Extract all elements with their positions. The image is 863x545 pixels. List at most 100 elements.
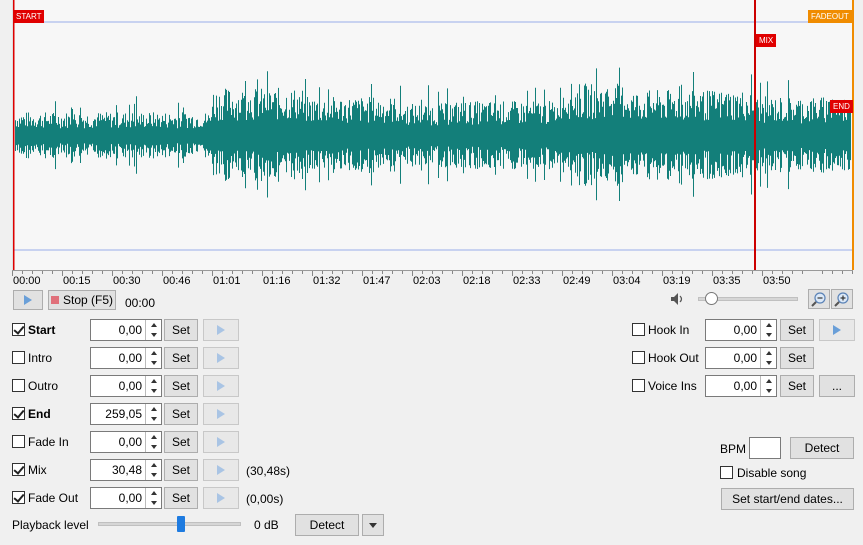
spin-down-icon[interactable] xyxy=(761,358,776,368)
voice-ins-set-button[interactable]: Set xyxy=(780,375,814,397)
ruler-minor-tick xyxy=(152,271,153,274)
fadeout-marker-tag[interactable]: FADEOUT xyxy=(808,10,852,23)
disable-song-checkbox[interactable] xyxy=(720,466,733,479)
ruler-minor-tick xyxy=(502,271,503,274)
outro-checkbox[interactable] xyxy=(12,379,25,392)
intro-value-spinner[interactable]: 0,00 xyxy=(90,347,162,369)
spin-up-icon[interactable] xyxy=(146,488,161,498)
mix-value-spinner[interactable]: 30,48 xyxy=(90,459,162,481)
ruler-tick-label: 02:49 xyxy=(563,275,591,287)
hook-in-value-spinner[interactable]: 0,00 xyxy=(705,319,777,341)
spin-up-icon[interactable] xyxy=(146,404,161,414)
end-play-button[interactable] xyxy=(203,403,239,425)
spin-down-icon[interactable] xyxy=(146,386,161,396)
end-checkbox[interactable] xyxy=(12,407,25,420)
spin-down-icon[interactable] xyxy=(146,442,161,452)
ruler-minor-tick xyxy=(192,271,193,274)
mix-play-button[interactable] xyxy=(203,459,239,481)
ruler-minor-tick xyxy=(442,271,443,274)
hook-out-set-button[interactable]: Set xyxy=(780,347,814,369)
ruler-minor-tick xyxy=(422,271,423,274)
hook-in-set-button[interactable]: Set xyxy=(780,319,814,341)
spin-down-icon[interactable] xyxy=(146,414,161,424)
zoom-in-button[interactable] xyxy=(831,289,853,309)
end-value-spinner[interactable]: 259,05 xyxy=(90,403,162,425)
playback-level-thumb[interactable] xyxy=(176,516,185,532)
hook-out-checkbox[interactable] xyxy=(632,351,645,364)
spin-down-icon[interactable] xyxy=(146,358,161,368)
ruler-minor-tick xyxy=(352,271,353,274)
hook-out-value-spinner[interactable]: 0,00 xyxy=(705,347,777,369)
spin-up-icon[interactable] xyxy=(146,460,161,470)
spin-up-icon[interactable] xyxy=(761,348,776,358)
ruler-tick-label: 01:01 xyxy=(213,275,241,287)
ruler-minor-tick xyxy=(272,271,273,274)
outro-play-button[interactable] xyxy=(203,375,239,397)
playback-level-track[interactable] xyxy=(98,522,241,526)
outro-value-spinner[interactable]: 0,00 xyxy=(90,375,162,397)
spin-down-icon[interactable] xyxy=(146,498,161,508)
ruler-minor-tick xyxy=(722,271,723,274)
fade-out-set-button[interactable]: Set xyxy=(164,487,198,509)
ruler-minor-tick xyxy=(852,271,853,274)
hook-in-play-button[interactable] xyxy=(819,319,855,341)
spin-up-icon[interactable] xyxy=(761,376,776,386)
fade-in-value-spinner[interactable]: 0,00 xyxy=(90,431,162,453)
play-icon xyxy=(217,381,225,391)
fade-in-value: 0,00 xyxy=(118,435,142,449)
mix-value: 30,48 xyxy=(111,463,142,477)
fade-in-checkbox[interactable] xyxy=(12,435,25,448)
stop-button[interactable]: Stop (F5) xyxy=(48,290,116,310)
fade-in-play-button[interactable] xyxy=(203,431,239,453)
intro-checkbox[interactable] xyxy=(12,351,25,364)
spin-down-icon[interactable] xyxy=(761,386,776,396)
end-marker-tag[interactable]: END xyxy=(830,100,853,113)
mix-set-button[interactable]: Set xyxy=(164,459,198,481)
spin-up-icon[interactable] xyxy=(761,320,776,330)
spin-down-icon[interactable] xyxy=(761,330,776,340)
ruler-minor-tick xyxy=(172,271,173,274)
ruler-minor-tick xyxy=(702,271,703,274)
start-checkbox[interactable] xyxy=(12,323,25,336)
spin-down-icon[interactable] xyxy=(146,470,161,480)
start-set-button[interactable]: Set xyxy=(164,319,198,341)
intro-play-button[interactable] xyxy=(203,347,239,369)
waveform-canvas[interactable] xyxy=(13,0,854,270)
zoom-out-button[interactable] xyxy=(808,289,830,309)
intro-set-button[interactable]: Set xyxy=(164,347,198,369)
volume-slider-thumb[interactable] xyxy=(705,292,718,305)
start-marker-tag[interactable]: START xyxy=(13,10,45,23)
start-play-button[interactable] xyxy=(203,319,239,341)
voice-ins-checkbox[interactable] xyxy=(632,379,645,392)
start-value-spinner[interactable]: 0,00 xyxy=(90,319,162,341)
set-start-end-dates-button[interactable]: Set start/end dates... xyxy=(721,488,854,510)
end-set-button[interactable]: Set xyxy=(164,403,198,425)
voice-ins-more-button[interactable]: ... xyxy=(819,375,855,397)
play-icon xyxy=(24,295,32,305)
spin-up-icon[interactable] xyxy=(146,348,161,358)
bpm-detect-button[interactable]: Detect xyxy=(790,437,854,459)
playback-detect-button[interactable]: Detect xyxy=(295,514,359,536)
ruler-minor-tick xyxy=(842,271,843,274)
ruler-minor-tick xyxy=(522,271,523,274)
spin-down-icon[interactable] xyxy=(146,330,161,340)
fade-in-set-button[interactable]: Set xyxy=(164,431,198,453)
mix-checkbox[interactable] xyxy=(12,463,25,476)
ruler-minor-tick xyxy=(292,271,293,274)
waveform-panel[interactable]: START FADEOUT MIX END xyxy=(12,0,854,270)
fade-out-play-button[interactable] xyxy=(203,487,239,509)
mix-marker-tag[interactable]: MIX xyxy=(756,34,777,47)
playback-detect-dropdown[interactable] xyxy=(362,514,384,536)
ruler-minor-tick xyxy=(672,271,673,274)
spin-up-icon[interactable] xyxy=(146,320,161,330)
play-button[interactable] xyxy=(13,290,43,310)
outro-set-button[interactable]: Set xyxy=(164,375,198,397)
fade-out-value-spinner[interactable]: 0,00 xyxy=(90,487,162,509)
fade-out-checkbox[interactable] xyxy=(12,491,25,504)
spin-up-icon[interactable] xyxy=(146,376,161,386)
playback-level-value: 0 dB xyxy=(254,518,279,532)
spin-up-icon[interactable] xyxy=(146,432,161,442)
bpm-input[interactable] xyxy=(749,437,781,459)
hook-in-checkbox[interactable] xyxy=(632,323,645,336)
voice-ins-value-spinner[interactable]: 0,00 xyxy=(705,375,777,397)
